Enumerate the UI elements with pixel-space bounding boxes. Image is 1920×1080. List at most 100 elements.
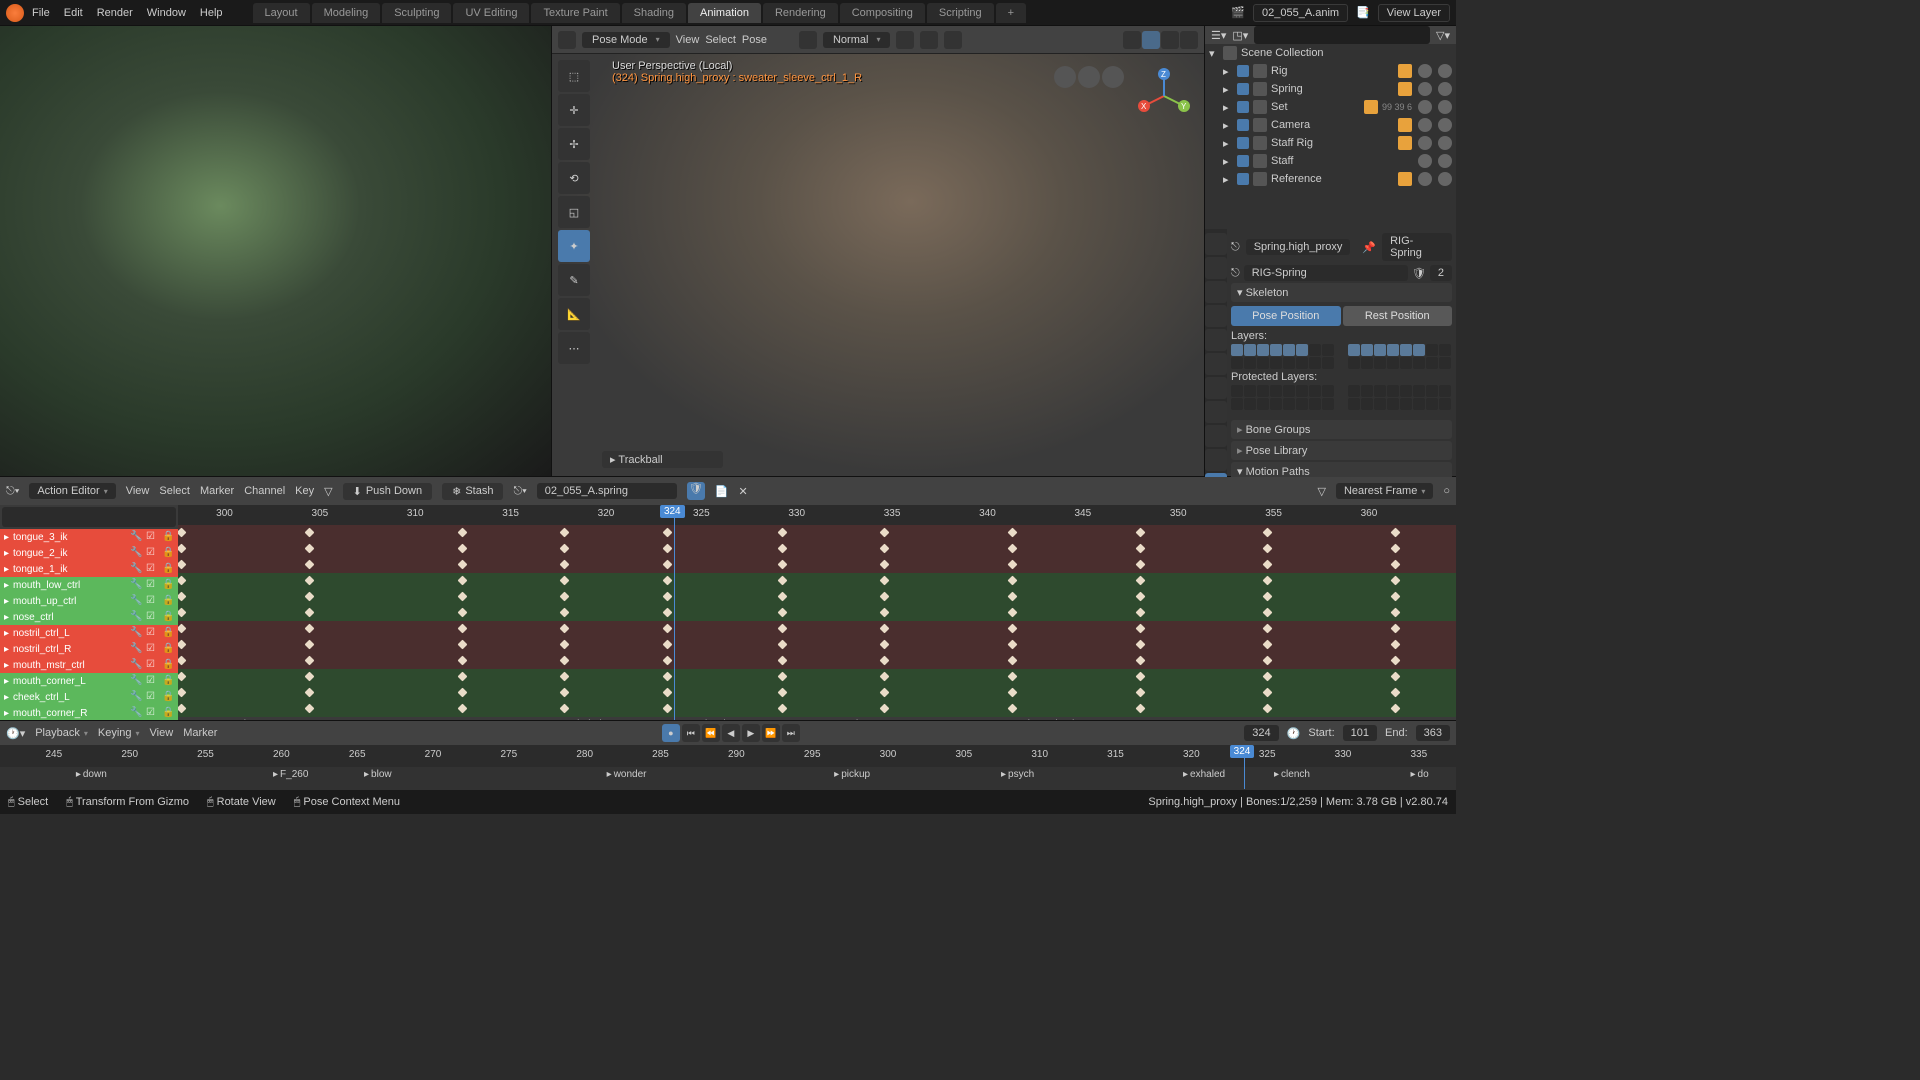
fake-user-toggle[interactable]: 🛡 <box>687 482 705 500</box>
channel-row[interactable]: ▸mouth_corner_L🔧☑🔒 <box>0 673 178 689</box>
zoom-icon[interactable] <box>1102 66 1124 88</box>
end-frame[interactable]: 363 <box>1416 725 1450 741</box>
keyframe-track[interactable] <box>178 653 1456 669</box>
transform-icon[interactable] <box>799 31 817 49</box>
cursor-tool[interactable]: ✛ <box>558 94 590 126</box>
protected-grid-1[interactable] <box>1231 385 1334 410</box>
current-frame[interactable]: 324 <box>1244 725 1278 741</box>
marker[interactable]: extreme <box>1322 719 1365 720</box>
menu-file[interactable]: File <box>32 7 50 19</box>
timeline-marker[interactable]: exhaled <box>1183 769 1225 780</box>
channel-row[interactable]: ▸nostril_ctrl_R🔧☑🔒 <box>0 641 178 657</box>
keyframe-area[interactable]: 300305310315320325330335340345350355360 … <box>178 505 1456 720</box>
autokey-toggle[interactable]: ● <box>662 724 680 742</box>
channel-row[interactable]: ▸nostril_ctrl_L🔧☑🔒 <box>0 625 178 641</box>
timeline-marker[interactable]: down <box>76 769 107 780</box>
autokey-set-icon[interactable]: ▽ <box>1318 485 1326 498</box>
ds-select-menu[interactable]: Select <box>159 485 190 497</box>
keyframe-track[interactable] <box>178 573 1456 589</box>
channel-row[interactable]: ▸mouth_low_ctrl🔧☑🔒 <box>0 577 178 593</box>
timeline-marker[interactable]: clench <box>1274 769 1310 780</box>
tab-texture-paint[interactable]: Texture Paint <box>531 3 619 23</box>
camera-icon[interactable] <box>1054 66 1076 88</box>
start-frame[interactable]: 101 <box>1343 725 1377 741</box>
rest-position-button[interactable]: Rest Position <box>1343 306 1453 326</box>
proportional-icon[interactable] <box>944 31 962 49</box>
shield-icon[interactable]: 🛡 <box>1412 267 1426 280</box>
prop-tab-world[interactable] <box>1205 329 1227 351</box>
keyframe-track[interactable] <box>178 669 1456 685</box>
3d-viewport[interactable]: Pose Mode View Select Pose Normal ⬚ ✛ ✢ … <box>551 26 1204 476</box>
rendered-shading[interactable] <box>1180 31 1198 49</box>
move-tool[interactable]: ✢ <box>558 128 590 160</box>
outliner-filter-icon[interactable]: ▽▾ <box>1436 29 1450 42</box>
prop-tab-output[interactable] <box>1205 257 1227 279</box>
timeline-marker[interactable]: blow <box>364 769 392 780</box>
jump-start-button[interactable]: ⏮ <box>682 724 700 742</box>
dopesheet-playhead[interactable]: 324 <box>674 505 675 720</box>
tab-animation[interactable]: Animation <box>688 3 761 23</box>
menu-window[interactable]: Window <box>147 7 186 19</box>
outliner-search[interactable] <box>1254 26 1430 44</box>
marker[interactable]: psych <box>216 719 249 720</box>
transform-tool[interactable]: ✦ <box>558 230 590 262</box>
select-tool[interactable]: ⬚ <box>558 60 590 92</box>
prop-tab-object[interactable] <box>1205 353 1227 375</box>
dopesheet-ruler[interactable]: 300305310315320325330335340345350355360 <box>178 505 1456 525</box>
marker[interactable]: exhaled <box>559 719 601 720</box>
channel-row[interactable]: ▸mouth_up_ctrl🔧☑🔒 <box>0 593 178 609</box>
ds-channel-menu[interactable]: Channel <box>244 485 285 497</box>
menu-edit[interactable]: Edit <box>64 7 83 19</box>
keyframe-track[interactable] <box>178 701 1456 717</box>
timeline-marker[interactable]: do <box>1411 769 1429 780</box>
outliner-item[interactable]: ▸Camera <box>1205 116 1456 134</box>
tab-scripting[interactable]: Scripting <box>927 3 994 23</box>
channel-row[interactable]: ▸nose_ctrl🔧☑🔒 <box>0 609 178 625</box>
snap-mode[interactable]: Nearest Frame <box>1336 483 1433 499</box>
jump-next-key-button[interactable]: ⏩ <box>762 724 780 742</box>
ds-key-menu[interactable]: Key <box>295 485 314 497</box>
axis-gizmo[interactable]: X Y Z <box>1134 66 1194 126</box>
rig-name-field[interactable]: RIG-Spring <box>1244 265 1408 281</box>
outliner-item[interactable]: ▸Spring <box>1205 80 1456 98</box>
outliner-item[interactable]: ▸Staff Rig <box>1205 134 1456 152</box>
dopesheet-editor-icon[interactable]: ⎋▾ <box>6 485 19 498</box>
annotate-tool[interactable]: ✎ <box>558 264 590 296</box>
channel-search[interactable] <box>2 507 176 527</box>
layers-grid-1[interactable] <box>1231 344 1334 369</box>
outliner-scene-collection[interactable]: ▾ Scene Collection <box>1205 44 1456 62</box>
filter-icon[interactable]: ▽ <box>324 485 332 498</box>
timeline-marker[interactable]: pickup <box>834 769 870 780</box>
measure-tool[interactable]: 📐 <box>558 298 590 330</box>
play-button[interactable]: ▶ <box>742 724 760 742</box>
rotate-tool[interactable]: ⟲ <box>558 162 590 194</box>
skeleton-panel-header[interactable]: ▾ Skeleton <box>1231 283 1452 302</box>
keyframe-track[interactable] <box>178 525 1456 541</box>
tl-marker-menu[interactable]: Marker <box>183 727 217 739</box>
marker[interactable]: down <box>846 719 877 720</box>
action-name-field[interactable]: 02_055_A.spring <box>537 483 677 499</box>
timeline-editor-icon[interactable]: 🕐▾ <box>6 727 25 740</box>
protected-grid-2[interactable] <box>1348 385 1451 410</box>
tab-compositing[interactable]: Compositing <box>840 3 925 23</box>
unlink-action-icon[interactable]: ✕ <box>738 485 747 498</box>
tab-add[interactable]: + <box>996 3 1026 23</box>
playback-menu[interactable]: Playback <box>35 727 88 739</box>
outliner-editor-icon[interactable]: ☰▾ <box>1211 29 1226 42</box>
play-reverse-button[interactable]: ◀ <box>722 724 740 742</box>
solid-shading[interactable] <box>1142 31 1160 49</box>
render-preview-viewport[interactable] <box>0 26 551 476</box>
prop-tab-scene[interactable] <box>1205 305 1227 327</box>
menu-render[interactable]: Render <box>97 7 133 19</box>
ds-view-menu[interactable]: View <box>126 485 150 497</box>
editor-type-icon[interactable] <box>558 31 576 49</box>
channel-row[interactable]: ▸cheek_ctrl_L🔧☑🔒 <box>0 689 178 705</box>
keyframe-track[interactable] <box>178 621 1456 637</box>
outliner-item[interactable]: ▸Set99 39 6 <box>1205 98 1456 116</box>
layers-grid-2[interactable] <box>1348 344 1451 369</box>
timeline-marker[interactable]: psych <box>1001 769 1034 780</box>
pose-library-panel[interactable]: Pose Library <box>1231 441 1452 460</box>
tab-modeling[interactable]: Modeling <box>312 3 381 23</box>
keyframe-track[interactable] <box>178 541 1456 557</box>
proportional-edit-icon[interactable]: ○ <box>1443 485 1450 497</box>
